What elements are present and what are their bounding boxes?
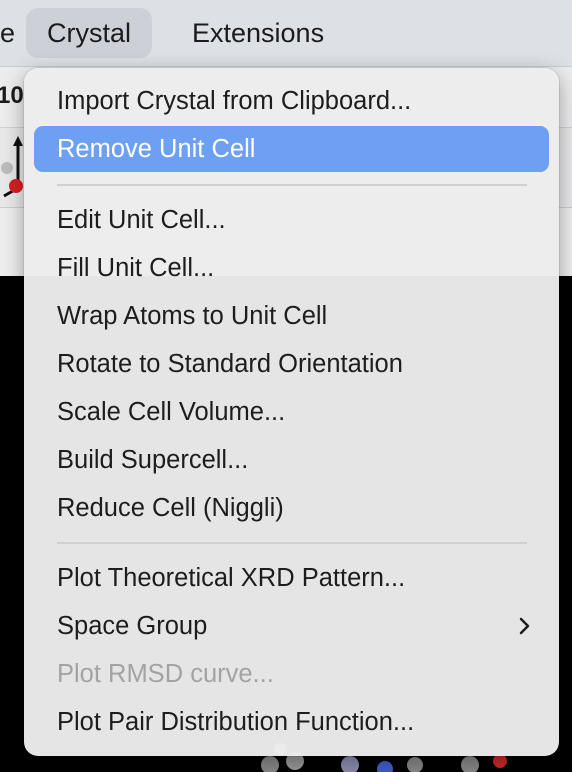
toolbar-partial-text: 10	[0, 82, 24, 109]
menu-item-plot-xrd[interactable]: Plot Theoretical XRD Pattern...	[34, 555, 549, 601]
menu-item-scale-cell-volume[interactable]: Scale Cell Volume...	[34, 389, 549, 435]
menu-item-edit-unit-cell[interactable]: Edit Unit Cell...	[34, 197, 549, 243]
menu-item-space-group[interactable]: Space Group	[34, 603, 549, 649]
menu-item-reduce-cell[interactable]: Reduce Cell (Niggli)	[34, 485, 549, 531]
menubar-item-previous[interactable]: e	[0, 8, 15, 58]
menu-item-remove-unit-cell[interactable]: Remove Unit Cell	[34, 126, 549, 172]
menu-separator	[57, 542, 527, 544]
menu-item-wrap-atoms[interactable]: Wrap Atoms to Unit Cell	[34, 293, 549, 339]
crystal-menu: Import Crystal from Clipboard... Remove …	[24, 68, 559, 756]
menu-item-import-crystal[interactable]: Import Crystal from Clipboard...	[34, 78, 549, 124]
menu-bar: e Crystal Extensions	[0, 0, 572, 67]
menubar-item-extensions[interactable]: Extensions	[172, 8, 344, 58]
menu-item-fill-unit-cell[interactable]: Fill Unit Cell...	[34, 245, 549, 291]
menu-item-label: Space Group	[57, 612, 208, 640]
menubar-item-crystal[interactable]: Crystal	[26, 8, 152, 58]
menu-item-build-supercell[interactable]: Build Supercell...	[34, 437, 549, 483]
app-screen: e Crystal Extensions 10 Import Crystal f…	[0, 0, 572, 772]
menu-item-plot-rmsd: Plot RMSD curve...	[57, 660, 274, 688]
chevron-right-icon	[519, 617, 530, 635]
menu-separator	[57, 184, 527, 186]
menu-item-rotate-standard[interactable]: Rotate to Standard Orientation	[34, 341, 549, 387]
menu-item-plot-pdf[interactable]: Plot Pair Distribution Function...	[34, 699, 549, 745]
